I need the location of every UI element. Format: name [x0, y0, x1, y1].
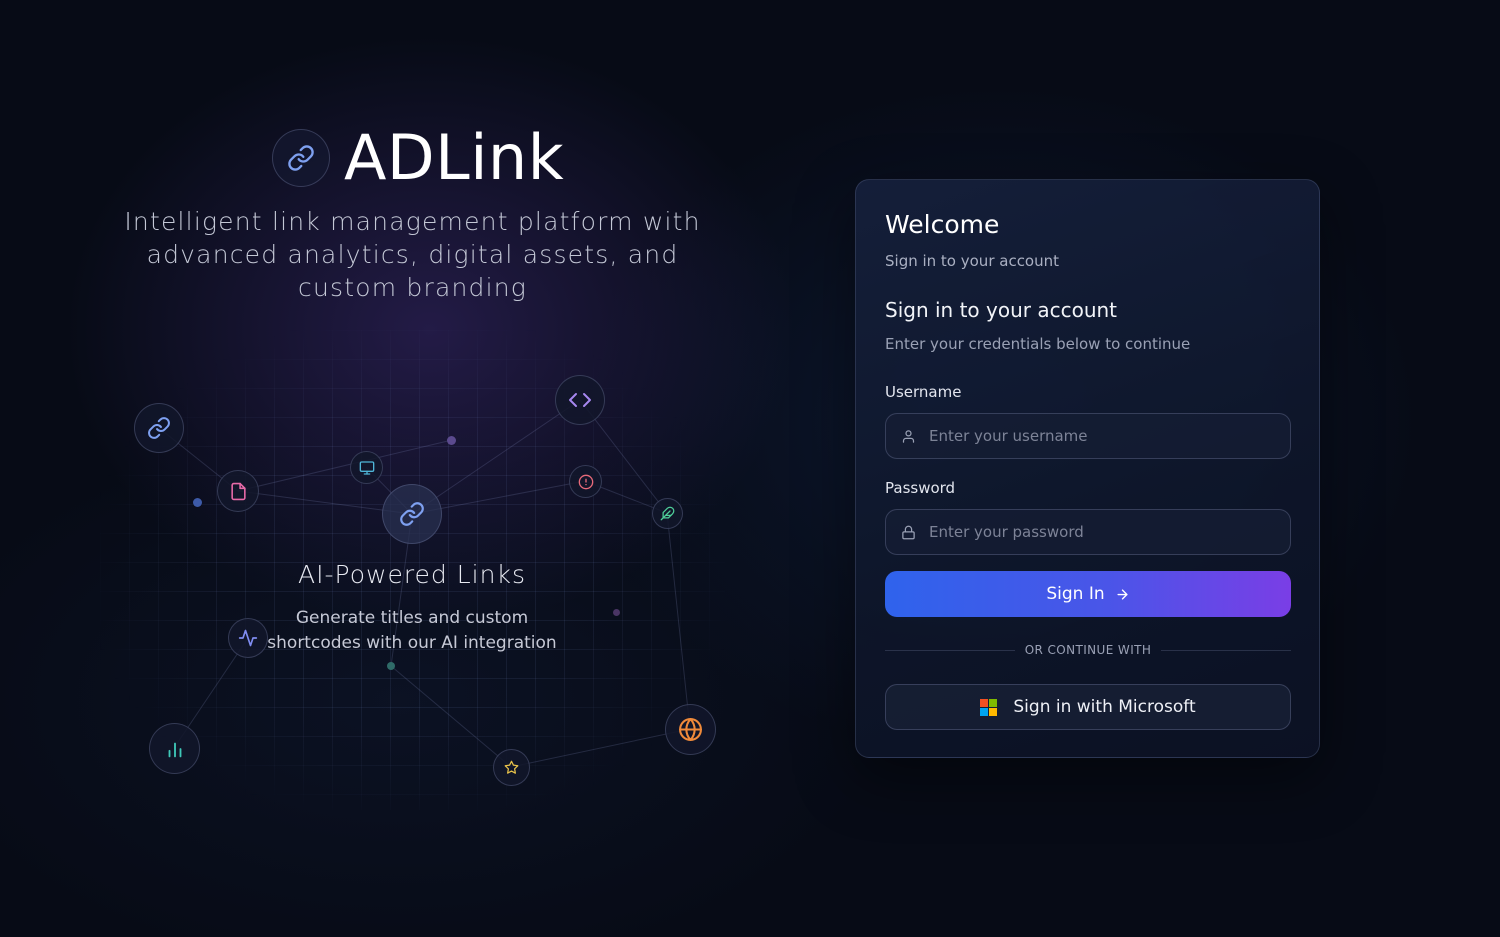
activity-icon [238, 629, 258, 647]
brand-title: ADLink [344, 121, 565, 194]
username-label: Username [885, 383, 962, 401]
chart-node [149, 723, 200, 774]
link-icon [400, 502, 424, 526]
file-node [217, 470, 259, 512]
lock-icon [900, 524, 916, 540]
alert-icon [578, 474, 593, 489]
globe-node [665, 704, 716, 755]
divider-text: OR CONTINUE WITH [1024, 643, 1152, 657]
feature-title: AI-Powered Links [298, 560, 526, 589]
network-dot [613, 609, 620, 616]
link-node [134, 403, 184, 453]
globe-icon [679, 718, 702, 741]
password-label: Password [885, 479, 956, 497]
password-input[interactable] [929, 510, 1290, 554]
feather-node [652, 498, 683, 529]
microsoft-logo-icon [980, 698, 998, 716]
link-icon [148, 417, 170, 439]
login-card: Welcome Sign in to your account Sign in … [855, 179, 1320, 758]
username-input[interactable] [929, 414, 1290, 458]
link-icon [288, 145, 314, 171]
or-divider: OR CONTINUE WITH [885, 642, 1291, 658]
network-dot [387, 662, 395, 670]
network-dot [193, 498, 202, 507]
username-field[interactable] [885, 413, 1291, 459]
alert-node [569, 465, 602, 498]
password-field[interactable] [885, 509, 1291, 555]
form-subtitle: Enter your credentials below to continue [885, 335, 1191, 353]
file-icon [230, 482, 246, 500]
feather-icon [660, 506, 675, 521]
sign-in-button[interactable]: Sign In [885, 571, 1291, 617]
network-dot [447, 436, 456, 445]
central-link-node [382, 484, 442, 544]
star-node [493, 749, 530, 786]
divider-line [885, 649, 1015, 651]
bar-chart-icon [168, 742, 181, 757]
welcome-title: Welcome [885, 210, 1000, 239]
code-icon [569, 393, 591, 407]
microsoft-sign-in-label: Sign in with Microsoft [1013, 697, 1196, 717]
sign-in-label: Sign In [1046, 584, 1105, 604]
feature-description: Generate titles and custom shortcodes wi… [267, 608, 557, 653]
brand-header: ADLink [272, 120, 564, 196]
monitor-icon [359, 460, 374, 475]
form-title: Sign in to your account [885, 298, 1118, 322]
brand-tagline: Intelligent link management platform wit… [124, 207, 701, 302]
star-icon [504, 760, 519, 774]
code-node [555, 375, 605, 425]
brand-logo [272, 129, 330, 187]
arrow-right-icon [1115, 587, 1130, 602]
divider-line [1161, 649, 1291, 651]
user-icon [900, 428, 916, 444]
monitor-node [350, 451, 383, 484]
microsoft-sign-in-button[interactable]: Sign in with Microsoft [885, 684, 1291, 730]
welcome-subtitle: Sign in to your account [885, 252, 1060, 270]
